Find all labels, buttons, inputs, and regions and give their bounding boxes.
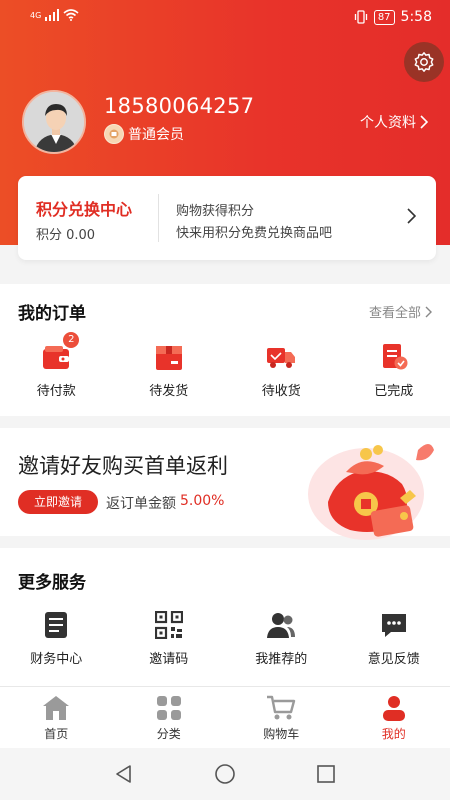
tab-home[interactable]: 首页 xyxy=(0,687,113,748)
service-feedback[interactable]: 意见反馈 xyxy=(338,610,450,667)
gear-icon xyxy=(414,52,434,72)
orders-title: 我的订单 xyxy=(18,304,86,324)
points-exchange-card[interactable]: 积分兑换中心 积分 0.00 购物获得积分 快来用积分免费兑换商品吧 xyxy=(18,176,436,260)
orders-section: 我的订单 查看全部 2 待付款 待发货 待收货 已完成 xyxy=(0,284,450,416)
person-icon xyxy=(382,696,405,721)
points-description-1: 购物获得积分 xyxy=(176,204,255,219)
bottom-tab-bar: 首页 分类 购物车 我的 xyxy=(0,686,450,748)
invite-title: 邀请好友购买首单返利 xyxy=(18,454,228,478)
order-label: 待发货 xyxy=(149,384,189,399)
signal-icon xyxy=(45,9,60,21)
order-pending-shipment[interactable]: 待发货 xyxy=(113,342,226,399)
status-time: 5:58 xyxy=(400,9,432,25)
cart-icon xyxy=(267,695,296,720)
service-my-referrals[interactable]: 我推荐的 xyxy=(225,610,338,667)
vibrate-icon xyxy=(354,10,367,24)
service-invite-code[interactable]: 邀请码 xyxy=(113,610,226,667)
tab-category[interactable]: 分类 xyxy=(113,687,226,748)
settings-button[interactable] xyxy=(404,42,444,82)
wifi-icon xyxy=(63,9,79,21)
divider xyxy=(158,194,159,242)
network-label: 4G xyxy=(30,10,42,20)
view-all-label: 查看全部 xyxy=(368,306,421,321)
tab-label: 首页 xyxy=(44,727,69,741)
document-icon xyxy=(41,610,71,640)
services-grid: 财务中心 邀请码 我推荐的 意见反馈 xyxy=(0,610,450,667)
chevron-right-icon xyxy=(425,306,432,317)
points-value: 积分 0.00 xyxy=(36,228,96,243)
red-envelope-illustration xyxy=(308,444,434,540)
chevron-right-icon xyxy=(420,115,428,129)
wallet-icon: 2 xyxy=(41,332,80,372)
service-finance-center[interactable]: 财务中心 xyxy=(0,610,113,667)
services-title: 更多服务 xyxy=(18,573,86,593)
qrcode-icon xyxy=(154,610,184,640)
invite-banner[interactable]: 邀请好友购买首单返利 立即邀请 返订单金额 5.00% xyxy=(0,428,450,540)
order-label: 待付款 xyxy=(36,384,76,399)
avatar[interactable] xyxy=(22,90,86,154)
order-pending-receipt[interactable]: 待收货 xyxy=(225,342,338,399)
member-level: 普通会员 xyxy=(104,124,184,144)
order-completed[interactable]: 已完成 xyxy=(338,342,450,399)
order-label: 待收货 xyxy=(261,384,301,399)
status-right: 87 5:58 xyxy=(354,9,432,25)
order-status-grid: 2 待付款 待发货 待收货 已完成 xyxy=(0,332,450,399)
order-label: 已完成 xyxy=(374,384,414,399)
chevron-right-icon xyxy=(407,208,416,224)
package-icon xyxy=(154,342,184,372)
battery-indicator: 87 xyxy=(373,9,395,25)
tab-label: 我的 xyxy=(381,727,406,741)
rebate-value: 5.00% xyxy=(180,493,225,509)
back-icon[interactable] xyxy=(114,764,134,784)
service-label: 邀请码 xyxy=(149,652,189,667)
points-title: 积分兑换中心 xyxy=(36,200,133,219)
profile-link-label: 个人资料 xyxy=(360,115,416,131)
tab-mine[interactable]: 我的 xyxy=(338,687,450,748)
profile-link[interactable]: 个人资料 xyxy=(360,112,428,132)
service-label: 意见反馈 xyxy=(367,652,420,667)
member-level-label: 普通会员 xyxy=(128,127,184,143)
tab-label: 分类 xyxy=(156,727,181,741)
home-button-icon[interactable] xyxy=(214,763,236,785)
services-section: 更多服务 财务中心 邀请码 我推荐的 意见反馈 xyxy=(0,548,450,686)
pending-payment-badge: 2 xyxy=(63,332,80,348)
invite-now-button[interactable]: 立即邀请 xyxy=(18,490,98,514)
tab-label: 购物车 xyxy=(263,727,300,741)
order-pending-payment[interactable]: 2 待付款 xyxy=(0,332,113,399)
grid-icon xyxy=(156,696,181,720)
view-all-orders-link[interactable]: 查看全部 xyxy=(369,302,432,321)
users-icon xyxy=(266,610,296,640)
system-navigation-bar xyxy=(0,748,450,800)
checklist-icon xyxy=(379,342,409,372)
user-phone: 18580064257 xyxy=(104,94,255,118)
service-label: 财务中心 xyxy=(30,652,83,667)
chat-icon xyxy=(379,610,409,640)
tab-cart[interactable]: 购物车 xyxy=(225,687,338,748)
status-left: 4G xyxy=(30,9,79,21)
home-icon xyxy=(43,696,70,720)
service-label: 我推荐的 xyxy=(255,652,308,667)
member-badge-icon xyxy=(104,124,124,144)
rebate-label: 返订单金额 xyxy=(106,496,176,512)
truck-icon xyxy=(266,342,296,372)
status-bar: 4G 87 5:58 xyxy=(0,0,450,34)
recent-apps-icon[interactable] xyxy=(316,764,336,784)
points-description-2: 快来用积分免费兑换商品吧 xyxy=(176,226,333,241)
